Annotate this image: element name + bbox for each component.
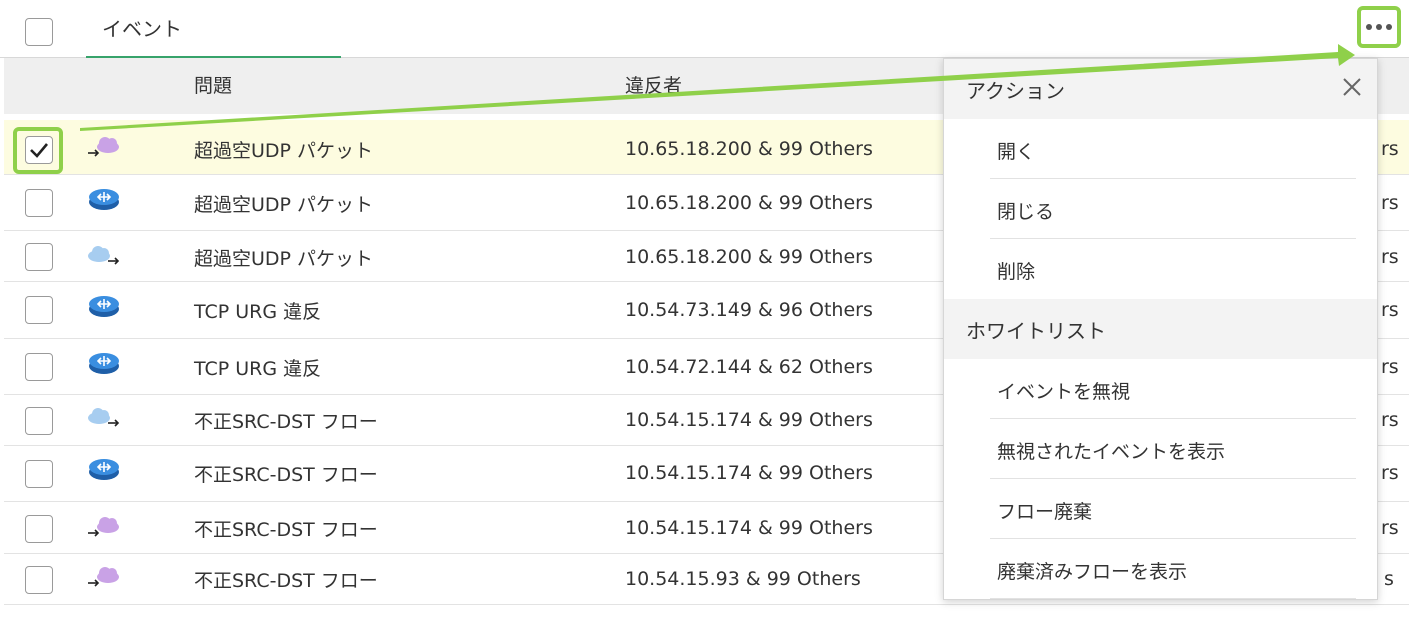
issue-text: 超過空UDP パケット: [194, 248, 374, 270]
actions-dropdown-menu: アクション 開く 閉じる 削除 ホワイトリスト イベントを無視 無視されたイベン…: [943, 58, 1378, 600]
offender-text: 10.65.18.200 & 99 Others: [625, 192, 873, 214]
issue-text: TCP URG 違反: [194, 301, 322, 323]
issue-text: 不正SRC-DST フロー: [194, 464, 378, 486]
offender-text: 10.54.15.174 & 99 Others: [625, 409, 873, 431]
row-checkbox[interactable]: [25, 189, 53, 217]
menu-item-ignore-event[interactable]: イベントを無視: [990, 359, 1356, 419]
top-bar: イベント: [0, 0, 1409, 58]
menu-section-actions: アクション: [944, 59, 1377, 119]
menu-item-show-discarded-flows[interactable]: 廃棄済みフローを表示: [990, 539, 1356, 599]
issue-text: TCP URG 違反: [194, 358, 322, 380]
row-checkbox-checked[interactable]: [25, 136, 53, 164]
offender-text: 10.65.18.200 & 99 Others: [625, 138, 873, 160]
menu-item-label: 削除: [997, 261, 1036, 283]
whitelist-header: ホワイトリスト: [966, 319, 1106, 343]
router-icon: [89, 459, 119, 480]
issue-text: 不正SRC-DST フロー: [194, 570, 378, 592]
cloud-purple-icon: [88, 137, 119, 157]
row-checkbox[interactable]: [25, 296, 53, 324]
issue-text: 超過空UDP パケット: [194, 140, 374, 162]
menu-item-open[interactable]: 開く: [990, 119, 1356, 179]
row-tail-text: rs: [1381, 462, 1399, 484]
menu-item-close[interactable]: 閉じる: [990, 179, 1356, 239]
row-checkbox[interactable]: [25, 566, 53, 594]
column-header-issue: 問題: [194, 75, 233, 97]
cloud-blue-icon: [88, 246, 120, 265]
menu-item-show-ignored-events[interactable]: 無視されたイベントを表示: [990, 419, 1356, 479]
offender-text: 10.54.15.93 & 99 Others: [625, 568, 861, 590]
menu-item-delete[interactable]: 削除: [990, 239, 1356, 299]
menu-item-label: 閉じる: [997, 201, 1055, 223]
close-icon[interactable]: [1340, 75, 1364, 99]
actions-header: アクション: [966, 79, 1065, 103]
column-header-offender: 違反者: [625, 75, 683, 97]
row-tail-text: rs: [1381, 246, 1399, 268]
tab-events[interactable]: イベント: [86, 0, 341, 58]
issue-text: 不正SRC-DST フロー: [194, 411, 378, 433]
select-all-checkbox[interactable]: [25, 18, 53, 46]
offender-text: 10.54.15.174 & 99 Others: [625, 517, 873, 539]
menu-item-label: 開く: [997, 141, 1036, 163]
cloud-purple-icon: [88, 567, 119, 587]
menu-item-label: フロー廃棄: [997, 501, 1093, 523]
cloud-blue-icon: [88, 408, 120, 427]
more-options-button[interactable]: [1357, 6, 1401, 48]
row-checkbox[interactable]: [25, 353, 53, 381]
row-tail-text: rs: [1381, 517, 1399, 539]
router-icon: [89, 296, 119, 317]
row-tail-text: rs: [1381, 138, 1399, 160]
row-tail-text: rs: [1381, 299, 1399, 321]
checkmark-icon: [30, 143, 48, 158]
cloud-purple-icon: [88, 517, 119, 537]
router-icon: [89, 189, 119, 210]
row-checkbox[interactable]: [25, 515, 53, 543]
row-tail-text: s: [1384, 568, 1394, 590]
row-checkbox[interactable]: [25, 243, 53, 271]
tab-events-label: イベント: [102, 17, 182, 41]
offender-text: 10.54.73.149 & 96 Others: [625, 299, 873, 321]
menu-section-whitelist: ホワイトリスト: [944, 299, 1377, 359]
offender-text: 10.54.72.144 & 62 Others: [625, 356, 873, 378]
row-tail-text: rs: [1381, 356, 1399, 378]
issue-text: 超過空UDP パケット: [194, 194, 374, 216]
row-tail-text: rs: [1381, 192, 1399, 214]
row-checkbox[interactable]: [25, 407, 53, 435]
more-dots-icon: [1366, 24, 1392, 30]
row-tail-text: rs: [1381, 409, 1399, 431]
offender-text: 10.65.18.200 & 99 Others: [625, 246, 873, 268]
menu-item-label: イベントを無視: [997, 381, 1131, 403]
menu-item-label: 廃棄済みフローを表示: [997, 561, 1188, 583]
issue-text: 不正SRC-DST フロー: [194, 519, 378, 541]
router-icon: [89, 353, 119, 374]
menu-item-label: 無視されたイベントを表示: [997, 441, 1226, 463]
offender-text: 10.54.15.174 & 99 Others: [625, 462, 873, 484]
menu-item-discard-flow[interactable]: フロー廃棄: [990, 479, 1356, 539]
row-checkbox[interactable]: [25, 460, 53, 488]
